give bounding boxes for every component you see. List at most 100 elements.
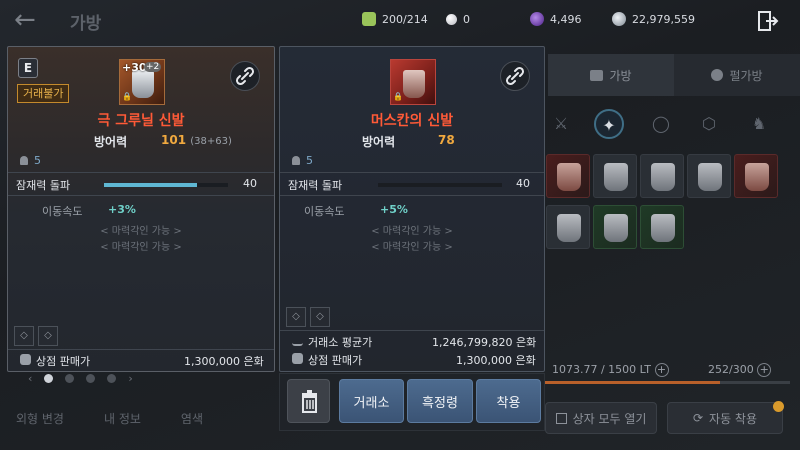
inventory-slot[interactable]	[640, 205, 684, 249]
silver-value: 22,979,559	[632, 12, 695, 26]
untradeable-badge: 거래불가	[17, 84, 70, 103]
shop-price-label: 상점 판매가	[308, 354, 363, 367]
inventory-slot[interactable]	[734, 154, 778, 198]
inventory-slot[interactable]	[593, 154, 637, 198]
prev-page-icon[interactable]: ‹	[28, 372, 32, 385]
card-pager: ‹ ›	[28, 372, 133, 385]
inventory-slot[interactable]	[593, 205, 637, 249]
discard-button[interactable]	[287, 379, 330, 423]
notification-dot	[773, 401, 784, 412]
link-icon	[505, 66, 525, 86]
inventory-slot[interactable]	[687, 154, 731, 198]
potential-bar	[378, 183, 502, 187]
page-dot[interactable]	[65, 374, 75, 383]
pearl-value: 0	[463, 12, 470, 26]
lock-icon: 🔒	[393, 92, 403, 101]
grade-badge: E	[18, 58, 38, 78]
engrave-slot: < 마력각인 가능 >	[371, 226, 453, 237]
inventory-slot[interactable]	[546, 205, 590, 249]
scale-icon	[292, 335, 303, 346]
page-dot[interactable]	[44, 374, 54, 383]
pearl-bag-icon	[711, 69, 724, 81]
market-price-row: 거래소 평균가 1,246,799,820 은화	[280, 330, 544, 350]
level-row: 5	[292, 154, 313, 167]
weapon-filter-icon[interactable]: ⚔	[546, 109, 576, 139]
defense-label: 방어력	[94, 135, 128, 149]
shop-price-label: 상점 판매가	[36, 355, 91, 368]
slot-readout: 252/300 +	[708, 363, 772, 377]
link-icon	[235, 66, 255, 86]
equip-button[interactable]: 착용	[476, 379, 541, 423]
dye-button[interactable]: 염색	[181, 410, 203, 427]
inventory-tabs: 가방 펄가방	[548, 54, 800, 96]
auto-equip-button[interactable]: ⟳ 자동 착용	[667, 402, 783, 434]
inventory-slot[interactable]	[546, 154, 590, 198]
weight-readout: 1073.77 / 1500 LT +	[552, 363, 669, 377]
engrave-slot: < 마력각인 가능 >	[100, 242, 182, 253]
add-slot-icon[interactable]: +	[757, 363, 772, 377]
potential-value: 40	[243, 177, 257, 190]
potential-label: 잠재력 돌파	[16, 179, 71, 192]
move-speed-value: +5%	[380, 203, 408, 216]
exit-icon[interactable]	[757, 10, 779, 32]
gem-slots: ◇ ◇	[286, 307, 330, 327]
market-button[interactable]: 거래소	[339, 379, 404, 423]
defense-value: 101	[161, 133, 187, 147]
bag-icon	[590, 69, 604, 81]
page-dot[interactable]	[107, 374, 117, 383]
energy-value: 200/214	[382, 12, 428, 26]
person-icon	[292, 156, 300, 165]
armor-filter-icon[interactable]: ✦	[594, 109, 624, 139]
crystal-value: 4,496	[550, 12, 582, 26]
item-name: 극 그루닐 신발	[97, 113, 185, 129]
crest-filter-icon[interactable]: ⬡	[694, 109, 724, 139]
potential-row: 잠재력 돌파 40	[280, 172, 544, 196]
open-all-boxes-label: 상자 모두 열기	[572, 411, 647, 426]
shop-price-row: 상점 판매가 1,300,000 은화	[8, 349, 274, 369]
gem-slot-icon[interactable]: ◇	[310, 307, 330, 327]
money-bag-icon	[292, 353, 303, 364]
inventory-slot[interactable]	[640, 154, 684, 198]
engrave-slot: < 마력각인 가능 >	[100, 226, 182, 237]
item-boots-icon[interactable]: 🔒	[390, 59, 436, 105]
tab-bag-label: 가방	[609, 68, 632, 83]
link-button[interactable]	[500, 61, 530, 91]
boots-icon	[132, 70, 154, 98]
level-value: 5	[306, 154, 313, 167]
potential-bar-fill	[104, 183, 197, 187]
add-weight-icon[interactable]: +	[654, 363, 669, 377]
silver-icon	[612, 12, 626, 26]
accessory-filter-icon[interactable]: ◯	[646, 109, 676, 139]
potential-row: 잠재력 돌파 40	[8, 172, 274, 196]
engrave-slot: < 마력각인 가능 >	[371, 242, 453, 253]
tab-bag[interactable]: 가방	[548, 54, 674, 96]
box-icon	[555, 412, 567, 424]
trash-icon	[302, 390, 317, 413]
consumable-filter-icon[interactable]: ♞	[744, 109, 774, 139]
weight-value: 1073.77 / 1500 LT	[552, 363, 652, 376]
money-bag-icon	[20, 354, 31, 365]
potential-value: 40	[516, 177, 530, 190]
my-info-button[interactable]: 내 정보	[104, 410, 141, 427]
potential-label: 잠재력 돌파	[288, 179, 343, 192]
open-all-boxes-button[interactable]: 상자 모두 열기	[545, 402, 657, 434]
link-button[interactable]	[230, 61, 260, 91]
black-spirit-button[interactable]: 흑정령	[407, 379, 473, 423]
back-arrow-icon[interactable]: ←	[14, 6, 36, 34]
equipped-item-card: E 거래불가 +30 +2 🔒 극 그루닐 신발 방어력 101 (38+63)…	[7, 46, 275, 372]
item-name: 머스칸의 신발	[370, 113, 454, 129]
gem-slot-icon[interactable]: ◇	[14, 326, 34, 346]
gem-slot-icon[interactable]: ◇	[38, 326, 58, 346]
page-dot[interactable]	[86, 374, 96, 383]
item-boots-icon[interactable]: +30 +2 🔒	[119, 59, 165, 105]
weight-bar-fill	[545, 381, 721, 384]
potential-bar	[104, 183, 228, 187]
energy-icon	[362, 12, 376, 26]
appearance-change-button[interactable]: 외형 변경	[16, 410, 64, 427]
level-value: 5	[34, 154, 41, 167]
crystal-counter: 4,496	[530, 9, 582, 29]
next-page-icon[interactable]: ›	[128, 372, 132, 385]
tab-pearl-bag[interactable]: 펄가방	[674, 54, 800, 96]
gem-slot-icon[interactable]: ◇	[286, 307, 306, 327]
pearl-icon	[446, 13, 457, 25]
